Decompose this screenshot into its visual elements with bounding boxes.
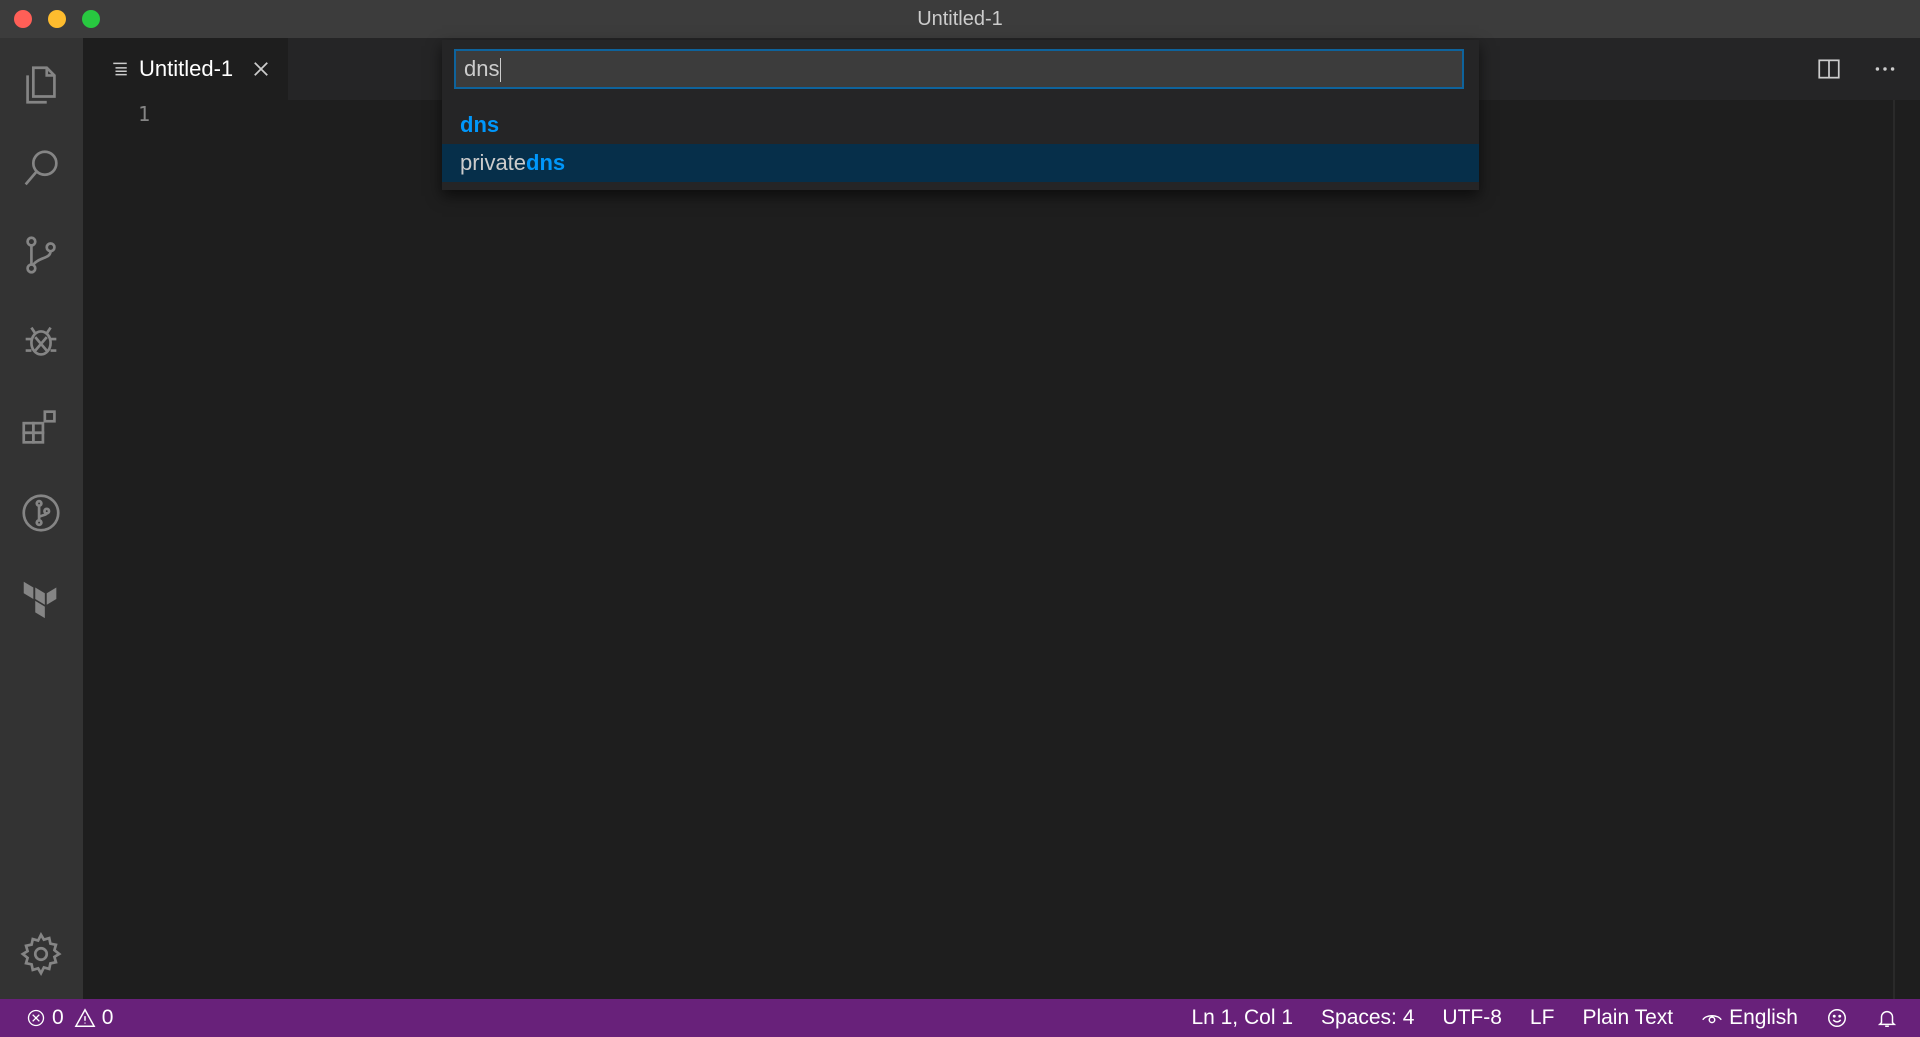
window-minimize-button[interactable] (48, 10, 66, 28)
encoding[interactable]: UTF-8 (1442, 1006, 1502, 1030)
editor-scrollbar[interactable] (1893, 100, 1895, 999)
status-bar: 0 0 Ln 1, Col 1 Spaces: 4 UTF-8 LF Plain… (0, 999, 1920, 1037)
problems-indicator[interactable]: 0 0 (26, 1006, 113, 1030)
cursor-position[interactable]: Ln 1, Col 1 (1191, 1006, 1293, 1030)
quick-input-field[interactable]: dns (454, 49, 1464, 89)
feedback-smiley-icon[interactable] (1826, 1007, 1848, 1029)
indentation[interactable]: Spaces: 4 (1321, 1006, 1414, 1030)
terraform-icon[interactable] (16, 574, 66, 624)
error-icon (27, 1009, 45, 1027)
spell-check-language[interactable]: English (1701, 1006, 1798, 1030)
window-title: Untitled-1 (917, 7, 1003, 30)
status-bar-right: Ln 1, Col 1 Spaces: 4 UTF-8 LF Plain Tex… (1191, 999, 1898, 1037)
line-number: 1 (138, 102, 151, 126)
tab-label: Untitled-1 (139, 56, 234, 81)
git-graph-icon[interactable] (16, 488, 66, 538)
source-control-icon[interactable] (16, 230, 66, 280)
close-icon[interactable] (251, 59, 271, 79)
error-count: 0 (52, 1006, 64, 1029)
plain-text-file-icon (113, 62, 127, 76)
quick-input-item[interactable]: dns (442, 106, 1479, 144)
activity-bar (0, 38, 83, 999)
quick-input-list: dns privatedns (442, 106, 1479, 182)
split-editor-icon[interactable] (1814, 54, 1844, 84)
more-actions-icon[interactable] (1870, 54, 1900, 84)
item-match-highlight: dns (526, 150, 566, 175)
spell-language-label: English (1729, 1006, 1798, 1029)
quick-input-widget: dns dns privatedns (442, 40, 1479, 190)
quick-input-item-selected[interactable]: privatedns (442, 144, 1479, 182)
debug-icon[interactable] (16, 316, 66, 366)
item-prefix: private (460, 150, 527, 175)
end-of-line[interactable]: LF (1530, 1006, 1555, 1030)
text-caret (500, 58, 502, 83)
window-maximize-button[interactable] (82, 10, 100, 28)
warning-icon (74, 1008, 96, 1027)
window-close-button[interactable] (14, 10, 32, 28)
editor-actions (1814, 54, 1900, 84)
notifications-bell-icon[interactable] (1876, 1007, 1898, 1029)
explorer-icon[interactable] (16, 60, 66, 110)
language-mode[interactable]: Plain Text (1582, 1006, 1673, 1030)
title-bar: Untitled-1 (0, 0, 1920, 38)
search-icon[interactable] (16, 144, 66, 194)
settings-gear-icon[interactable] (16, 929, 66, 979)
editor-area[interactable]: 1 (83, 100, 1920, 999)
item-match-highlight: dns (460, 112, 500, 137)
warning-count: 0 (101, 1006, 114, 1029)
extensions-icon[interactable] (16, 402, 66, 452)
tab-untitled-1[interactable]: Untitled-1 (83, 38, 288, 100)
eye-icon (1702, 1014, 1722, 1024)
quick-input-value: dns (464, 56, 500, 81)
